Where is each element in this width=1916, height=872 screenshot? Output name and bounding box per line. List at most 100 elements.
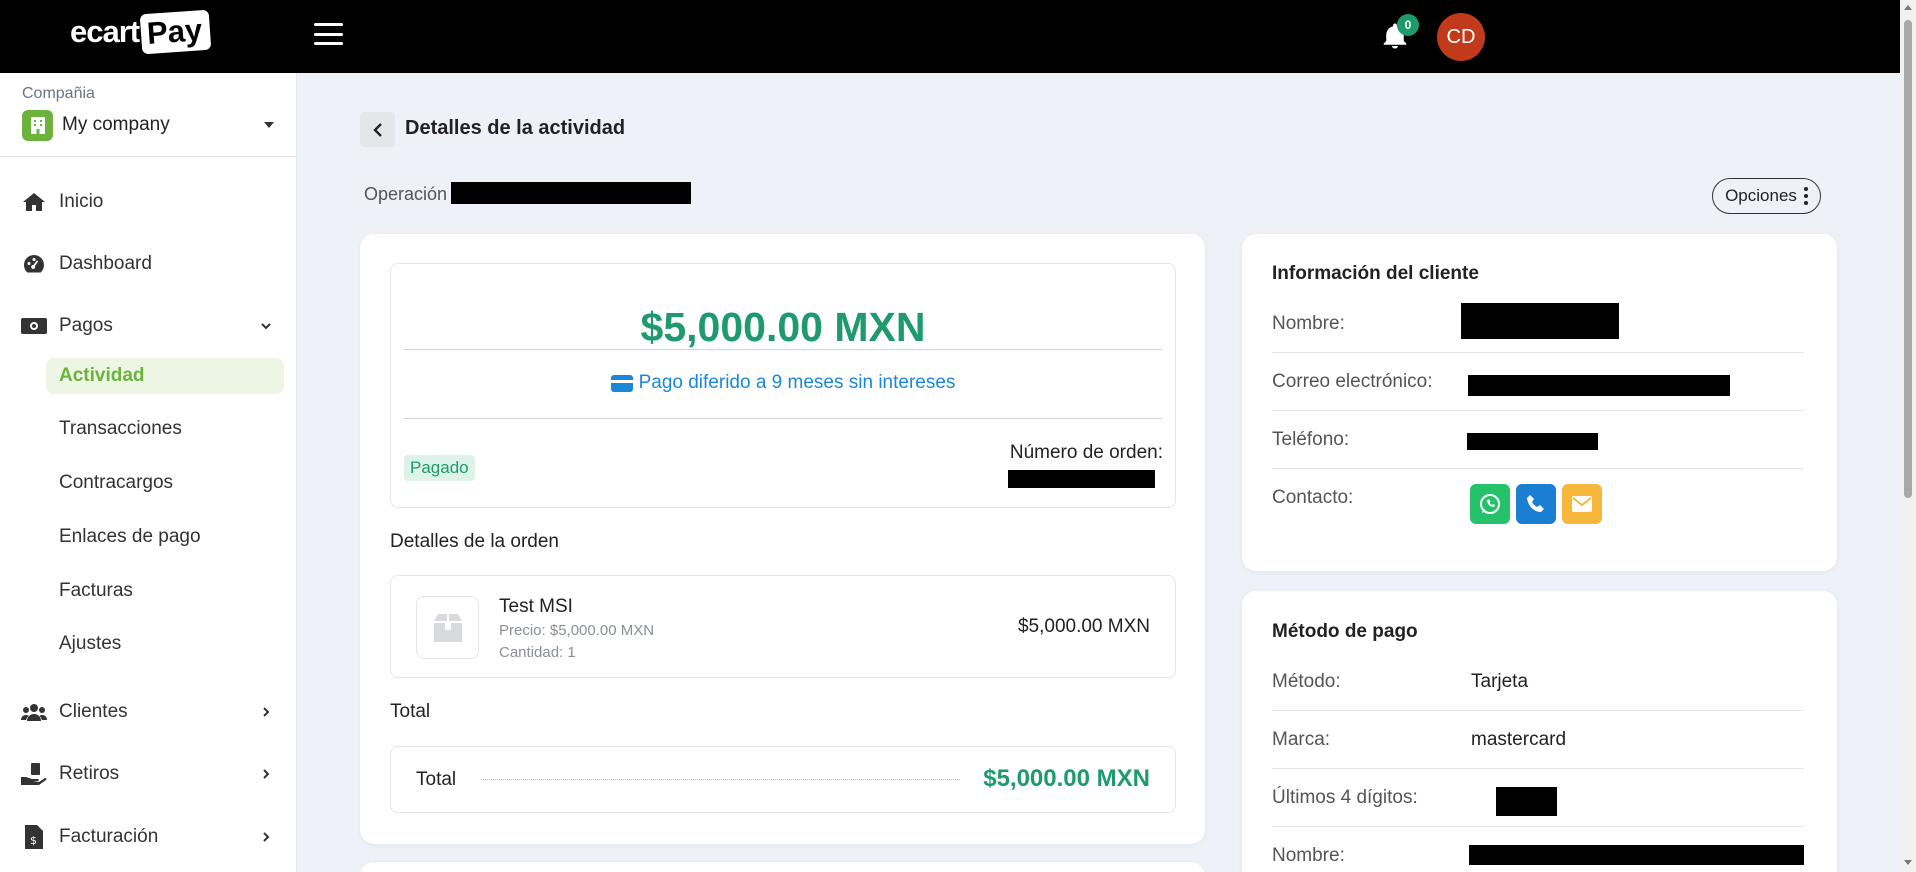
product-amount: $5,000.00 MXN bbox=[1017, 616, 1150, 637]
redacted-cardholder-name bbox=[1469, 845, 1804, 865]
chevron-left-icon bbox=[372, 122, 382, 137]
customer-contact-row: Contacto: bbox=[1272, 469, 1804, 539]
customer-info-title: Información del cliente bbox=[1272, 263, 1479, 284]
sidebar-item-inicio[interactable]: Inicio bbox=[0, 182, 296, 222]
deferred-payment-text: Pago diferido a 9 meses sin intereses bbox=[638, 372, 956, 393]
customer-name-label: Nombre: bbox=[1272, 313, 1345, 334]
activity-details-card: $5,000.00 MXN Pago diferido a 9 meses si… bbox=[360, 234, 1205, 844]
next-card bbox=[360, 862, 1205, 872]
scroll-up-icon[interactable] bbox=[1904, 5, 1912, 10]
product-name: Test MSI bbox=[499, 596, 573, 617]
redacted-customer-email bbox=[1468, 375, 1730, 396]
scroll-down-icon[interactable] bbox=[1904, 860, 1912, 865]
sidebar: Compañia My company Inicio Dashboard Pag… bbox=[0, 73, 297, 872]
redacted-last4 bbox=[1496, 787, 1557, 816]
sidebar-subitem-facturas[interactable]: Facturas bbox=[46, 573, 284, 609]
scrollbar-thumb[interactable] bbox=[1904, 20, 1912, 498]
customer-name-row: Nombre: bbox=[1272, 295, 1804, 353]
credit-card-icon bbox=[610, 374, 633, 392]
sidebar-item-dashboard[interactable]: Dashboard bbox=[0, 244, 296, 284]
order-details-title: Detalles de la orden bbox=[390, 531, 559, 552]
logo-pay: Pay bbox=[139, 9, 212, 55]
building-icon bbox=[22, 109, 53, 141]
redacted-order-number bbox=[1008, 470, 1155, 488]
total-label: Total bbox=[416, 769, 457, 790]
sidebar-divider bbox=[0, 156, 296, 157]
chevron-right-icon bbox=[263, 832, 270, 842]
product-price-line: Precio: $5,000.00 MXN bbox=[499, 622, 655, 639]
menu-toggle-icon[interactable] bbox=[314, 23, 343, 45]
invoice-icon: $ bbox=[21, 825, 47, 849]
svg-text:$: $ bbox=[30, 834, 37, 847]
total-value: $5,000.00 MXN bbox=[983, 765, 1150, 792]
sidebar-item-retiros[interactable]: Retiros bbox=[0, 754, 296, 794]
top-bar: ecart Pay 0 CD bbox=[0, 0, 1900, 73]
sidebar-subitem-transacciones[interactable]: Transacciones bbox=[46, 411, 284, 447]
sidebar-subitem-label: Facturas bbox=[59, 580, 133, 601]
payment-last4-row: Últimos 4 dígitos: bbox=[1272, 769, 1804, 827]
whatsapp-button[interactable] bbox=[1470, 484, 1510, 524]
sidebar-subitem-actividad[interactable]: Actividad bbox=[46, 358, 284, 394]
sidebar-subitem-contracargos[interactable]: Contracargos bbox=[46, 465, 284, 501]
page-title: Detalles de la actividad bbox=[405, 117, 626, 139]
payment-brand-row: Marca: mastercard bbox=[1272, 711, 1804, 769]
payment-method-title: Método de pago bbox=[1272, 621, 1418, 642]
phone-icon bbox=[1527, 495, 1544, 512]
options-label: Opciones bbox=[1725, 186, 1797, 205]
sidebar-subitem-label: Actividad bbox=[59, 365, 145, 386]
back-button[interactable] bbox=[360, 112, 395, 147]
dotted-leader bbox=[481, 779, 960, 780]
total-row: Total $5,000.00 MXN bbox=[390, 746, 1176, 813]
order-number-label: Número de orden: bbox=[1009, 442, 1163, 463]
options-button[interactable]: Opciones bbox=[1712, 178, 1821, 214]
deferred-payment-link[interactable]: Pago diferido a 9 meses sin intereses bbox=[391, 372, 1175, 394]
sidebar-subitem-label: Contracargos bbox=[59, 472, 174, 493]
customer-contact-label: Contacto: bbox=[1272, 487, 1354, 508]
sidebar-item-pagos[interactable]: Pagos bbox=[0, 306, 296, 346]
page-scrollbar[interactable] bbox=[1900, 0, 1916, 872]
chevron-right-icon bbox=[263, 769, 270, 779]
product-image-placeholder bbox=[416, 596, 479, 659]
company-label: Compañia bbox=[22, 85, 95, 102]
payment-summary-box: $5,000.00 MXN Pago diferido a 9 meses si… bbox=[390, 263, 1176, 508]
payment-method-label: Método: bbox=[1272, 671, 1341, 692]
payment-brand-value: mastercard bbox=[1471, 729, 1567, 750]
sidebar-item-facturacion[interactable]: $ Facturación bbox=[0, 817, 296, 857]
product-quantity-line: Cantidad: 1 bbox=[499, 644, 576, 661]
payment-brand-label: Marca: bbox=[1272, 729, 1331, 750]
sidebar-item-label: Pagos bbox=[59, 315, 113, 336]
sidebar-subitem-ajustes[interactable]: Ajustes bbox=[46, 626, 284, 662]
kebab-menu-icon bbox=[1803, 187, 1808, 205]
redacted-customer-phone bbox=[1467, 433, 1598, 450]
customer-info-card: Información del cliente Nombre: Correo e… bbox=[1242, 234, 1837, 571]
payment-method-row: Método: Tarjeta bbox=[1272, 653, 1804, 711]
chevron-right-icon bbox=[263, 707, 270, 717]
sidebar-item-clientes[interactable]: Clientes bbox=[0, 692, 296, 732]
payment-amount: $5,000.00 MXN bbox=[640, 304, 926, 350]
users-icon bbox=[21, 700, 47, 724]
customer-email-row: Correo electrónico: bbox=[1272, 353, 1804, 411]
sidebar-subitem-label: Ajustes bbox=[59, 633, 122, 654]
chevron-down-icon bbox=[261, 323, 271, 330]
divider bbox=[404, 349, 1162, 350]
payment-cardholder-row: Nombre: bbox=[1272, 827, 1804, 872]
phone-button[interactable] bbox=[1516, 484, 1556, 524]
total-section-title: Total bbox=[390, 701, 431, 722]
logo-text: ecart bbox=[70, 14, 140, 49]
sidebar-item-label: Retiros bbox=[59, 763, 120, 784]
user-avatar[interactable]: CD bbox=[1437, 13, 1485, 61]
money-icon bbox=[21, 314, 47, 338]
sidebar-subitem-enlaces-de-pago[interactable]: Enlaces de pago bbox=[46, 519, 284, 555]
sidebar-item-label: Clientes bbox=[59, 701, 128, 722]
status-badge: Pagado bbox=[404, 455, 475, 481]
email-button[interactable] bbox=[1562, 484, 1602, 524]
sidebar-item-label: Inicio bbox=[59, 191, 104, 212]
customer-phone-label: Teléfono: bbox=[1272, 429, 1350, 450]
notification-count-badge: 0 bbox=[1397, 14, 1419, 36]
company-selector[interactable]: My company bbox=[22, 109, 274, 141]
customer-email-label: Correo electrónico: bbox=[1272, 371, 1433, 392]
operation-label: Operación bbox=[364, 184, 448, 204]
sidebar-item-label: Facturación bbox=[59, 826, 159, 847]
ecartpay-logo[interactable]: ecart Pay bbox=[70, 9, 212, 55]
payment-last4-label: Últimos 4 dígitos: bbox=[1272, 787, 1418, 808]
